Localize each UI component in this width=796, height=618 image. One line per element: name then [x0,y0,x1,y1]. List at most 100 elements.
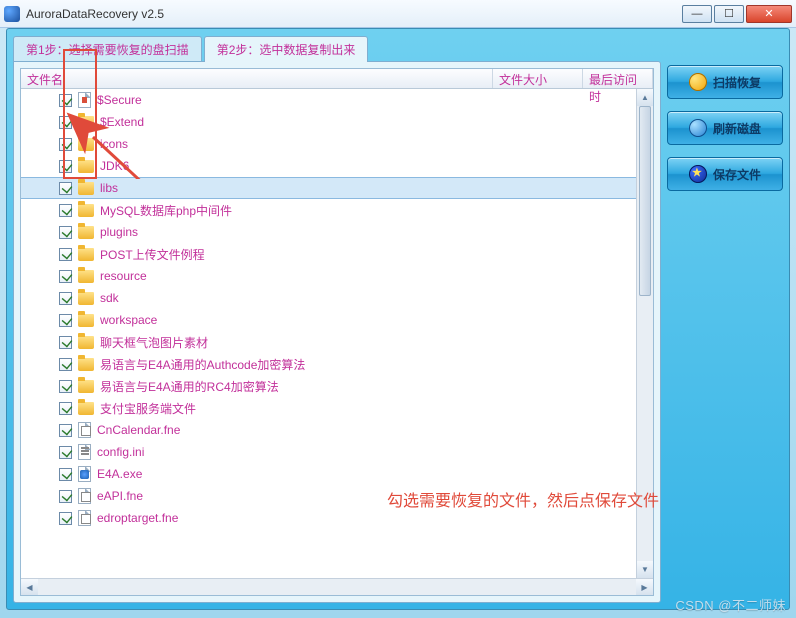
scroll-left-icon[interactable]: ◀ [21,579,38,595]
column-date[interactable]: 最后访问时 [583,69,653,88]
checkbox[interactable] [59,490,72,503]
app-icon [4,6,20,22]
vertical-scrollbar[interactable]: ▲ ▼ [636,89,653,578]
checkbox[interactable] [59,270,72,283]
item-name: config.ini [97,445,144,459]
folder-icon [78,226,94,239]
folder-icon [78,292,94,305]
checkbox[interactable] [59,94,72,107]
list-item[interactable]: JDK6 [21,155,653,177]
horizontal-scrollbar[interactable]: ◀ ▶ [21,578,653,595]
item-name: 聊天框气泡图片素材 [100,334,208,351]
item-name: eAPI.fne [97,489,143,503]
checkbox[interactable] [59,358,72,371]
item-name: icons [100,137,128,151]
item-name: libs [100,181,118,195]
checkbox[interactable] [59,182,72,195]
tab-step1[interactable]: 第1步：选择需要恢复的盘扫描 [13,36,202,62]
list-item[interactable]: POST上传文件例程 [21,243,653,265]
list-item[interactable]: eAPI.fne [21,485,653,507]
tab-strip: 第1步：选择需要恢复的盘扫描 第2步：选中数据复制出来 [13,35,783,61]
folder-icon [78,138,94,151]
refresh-label: 刷新磁盘 [713,120,761,137]
folder-icon [78,402,94,415]
item-name: 易语言与E4A通用的RC4加密算法 [100,378,279,395]
item-name: JDK6 [100,159,129,173]
checkbox[interactable] [59,292,72,305]
checkbox[interactable] [59,336,72,349]
list-item[interactable]: 聊天框气泡图片素材 [21,331,653,353]
column-name[interactable]: 文件名 [21,69,493,88]
list-item[interactable]: MySQL数据库php中间件 [21,199,653,221]
list-item[interactable]: $Secure [21,89,653,111]
folder-icon [78,314,94,327]
maximize-button[interactable]: ☐ [714,5,744,23]
magnifier-icon [689,73,707,91]
window-title: AuroraDataRecovery v2.5 [26,7,164,21]
list-item[interactable]: resource [21,265,653,287]
checkbox[interactable] [59,160,72,173]
save-label: 保存文件 [713,166,761,183]
refresh-disk-button[interactable]: 刷新磁盘 [667,111,783,145]
scan-recover-button[interactable]: 扫描恢复 [667,65,783,99]
checkbox[interactable] [59,116,72,129]
list-item[interactable]: sdk [21,287,653,309]
list-item[interactable]: CnCalendar.fne [21,419,653,441]
window-buttons: — ☐ ✕ [680,5,792,23]
close-button[interactable]: ✕ [746,5,792,23]
folder-icon [78,380,94,393]
scroll-down-icon[interactable]: ▼ [637,561,653,578]
main-panel: 文件名 文件大小 最后访问时 $Secure $Extend icons JDK6 li… [13,61,661,603]
list-item[interactable]: 支付宝服务端文件 [21,397,653,419]
checkbox[interactable] [59,424,72,437]
item-name: 易语言与E4A通用的Authcode加密算法 [100,356,305,373]
list-item[interactable]: icons [21,133,653,155]
list-item[interactable]: config.ini [21,441,653,463]
item-name: edroptarget.fne [97,511,178,525]
item-name: $Extend [100,115,144,129]
item-name: workspace [100,313,157,327]
folder-icon [78,270,94,283]
folder-icon [78,182,94,195]
list-item[interactable]: libs [21,177,653,199]
list-item[interactable]: 易语言与E4A通用的RC4加密算法 [21,375,653,397]
checkbox[interactable] [59,380,72,393]
save-icon [689,165,707,183]
scroll-right-icon[interactable]: ▶ [636,579,653,595]
checkbox[interactable] [59,402,72,415]
item-name: sdk [100,291,119,305]
checkbox[interactable] [59,204,72,217]
minimize-button[interactable]: — [682,5,712,23]
scroll-thumb[interactable] [639,106,651,296]
save-files-button[interactable]: 保存文件 [667,157,783,191]
checkbox[interactable] [59,468,72,481]
folder-icon [78,248,94,261]
file-icon [78,466,91,482]
list-item[interactable]: plugins [21,221,653,243]
tab-step2[interactable]: 第2步：选中数据复制出来 [204,36,369,62]
checkbox[interactable] [59,512,72,525]
column-size[interactable]: 文件大小 [493,69,583,88]
item-name: MySQL数据库php中间件 [100,202,232,219]
checkbox[interactable] [59,314,72,327]
checkbox[interactable] [59,446,72,459]
refresh-icon [689,119,707,137]
file-list: 文件名 文件大小 最后访问时 $Secure $Extend icons JDK6 li… [20,68,654,596]
list-item[interactable]: E4A.exe [21,463,653,485]
action-sidebar: 扫描恢复 刷新磁盘 保存文件 [667,61,783,603]
checkbox[interactable] [59,248,72,261]
item-name: plugins [100,225,138,239]
scroll-up-icon[interactable]: ▲ [637,89,653,106]
checkbox[interactable] [59,138,72,151]
item-name: POST上传文件例程 [100,246,205,263]
scan-label: 扫描恢复 [713,74,761,91]
folder-icon [78,160,94,173]
list-item[interactable]: edroptarget.fne [21,507,653,529]
checkbox[interactable] [59,226,72,239]
folder-icon [78,358,94,371]
file-icon [78,488,91,504]
list-item[interactable]: workspace [21,309,653,331]
list-item[interactable]: $Extend [21,111,653,133]
list-item[interactable]: 易语言与E4A通用的Authcode加密算法 [21,353,653,375]
watermark: CSDN @不二师妹 [675,595,786,614]
